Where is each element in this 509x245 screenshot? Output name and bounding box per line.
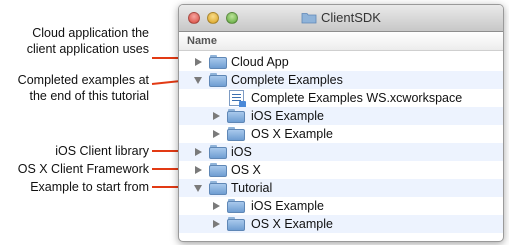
list-item[interactable]: OS X xyxy=(179,161,503,179)
list-item-label: Complete Examples WS.xcworkspace xyxy=(251,91,463,105)
annotation-line: client application uses xyxy=(26,42,149,56)
folder-icon xyxy=(209,163,227,177)
folder-icon xyxy=(227,199,245,213)
annotation-cloud-app: Cloud application the client application… xyxy=(27,25,149,57)
disclosure-triangle-icon[interactable] xyxy=(213,130,220,138)
list-item[interactable]: iOS Example xyxy=(179,107,503,125)
list-item[interactable]: Complete Examples WS.xcworkspace xyxy=(179,89,503,108)
folder-icon xyxy=(227,109,245,123)
list-item-label: Complete Examples xyxy=(231,73,343,87)
folder-icon xyxy=(209,181,227,195)
annotation-line: Cloud application the xyxy=(32,26,149,40)
annotation-line: Completed examples at xyxy=(17,73,149,87)
disclosure-triangle-icon[interactable] xyxy=(213,112,220,120)
list-item[interactable]: Tutorial xyxy=(179,179,503,197)
annotation-osx-client: OS X Client Framework xyxy=(18,161,149,177)
list-item-label: iOS xyxy=(231,145,252,159)
list-item-label: iOS Example xyxy=(251,109,324,123)
window-title: ClientSDK xyxy=(179,10,503,27)
list-item[interactable]: Cloud App xyxy=(179,53,503,71)
annotation-complete-examples: Completed examples at the end of this tu… xyxy=(18,72,149,104)
annotation-ios-client: iOS Client library xyxy=(55,143,149,159)
title-bar[interactable]: ClientSDK xyxy=(179,5,503,32)
disclosure-triangle-icon[interactable] xyxy=(195,58,202,66)
folder-icon xyxy=(209,55,227,69)
list-item-label: Cloud App xyxy=(231,55,289,69)
list-item-label: Tutorial xyxy=(231,181,273,195)
list-item[interactable]: OS X Example xyxy=(179,215,503,233)
list-item[interactable]: OS X Example xyxy=(179,125,503,143)
annotation-line: OS X Client Framework xyxy=(17,162,149,176)
disclosure-triangle-icon[interactable] xyxy=(194,77,202,84)
list-item-label: OS X Example xyxy=(251,217,333,231)
window-title-text: ClientSDK xyxy=(321,10,381,25)
disclosure-triangle-icon[interactable] xyxy=(194,185,202,192)
finder-window: ClientSDK Name Cloud App Complete Exampl… xyxy=(178,4,504,242)
folder-icon xyxy=(209,73,227,87)
list-item-label: OS X Example xyxy=(251,127,333,141)
workspace-icon xyxy=(229,90,246,108)
folder-icon xyxy=(301,11,317,27)
folder-icon xyxy=(209,145,227,159)
column-header-name[interactable]: Name xyxy=(179,32,503,51)
folder-icon xyxy=(227,217,245,231)
list-item-label: iOS Example xyxy=(251,199,324,213)
list-item-label: OS X xyxy=(231,163,261,177)
list-item[interactable]: Complete Examples xyxy=(179,71,503,89)
disclosure-triangle-icon[interactable] xyxy=(195,166,202,174)
list-item[interactable]: iOS xyxy=(179,143,503,161)
annotation-tutorial: Example to start from xyxy=(30,179,149,195)
annotation-line: iOS Client library xyxy=(55,144,149,158)
disclosure-triangle-icon[interactable] xyxy=(213,220,220,228)
annotation-line: Example to start from xyxy=(30,180,149,194)
annotation-line: the end of this tutorial xyxy=(29,89,149,103)
disclosure-triangle-icon[interactable] xyxy=(195,148,202,156)
disclosure-triangle-icon[interactable] xyxy=(213,202,220,210)
folder-icon xyxy=(227,127,245,141)
list-item[interactable]: iOS Example xyxy=(179,197,503,215)
